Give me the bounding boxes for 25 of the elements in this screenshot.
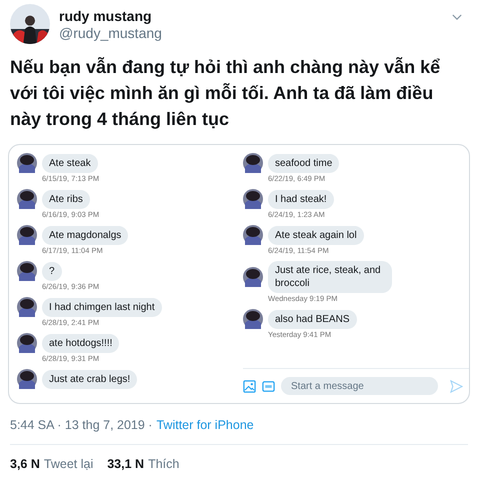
image-icon[interactable] [243,380,256,392]
chevron-icon[interactable] [452,14,462,21]
message-bubble: seafood time [268,154,340,172]
stat-count[interactable]: 33,1 N [107,457,144,471]
author-name[interactable]: rudy mustang [59,8,152,25]
tweet-text: Nếu bạn vẫn đang tự hỏi thì anh chàng này vẫn kể với tôi việc mình ăn gì mỗi tối. Anh ta đã làm điều này trong 4 tháng liên tục [10,56,442,131]
send-icon[interactable] [450,380,463,392]
author-handle: @rudy_mustang [59,25,162,42]
message-bubble: Ate magdonalgs [42,226,128,244]
message-bubble: Ate steak again lol [268,226,364,244]
message-bubble: Just ate rice, steak, and broccoli [268,261,392,293]
message-bubble: I had steak! [268,190,334,208]
message-bubble: also had BEANS [268,310,356,328]
message-bubble: Ate ribs [42,190,90,208]
stat-count[interactable]: 3,6 N [10,457,40,471]
gif-icon[interactable] [262,380,275,392]
tweet-time: 5:44 SA · 13 thg 7, 2019 · [10,418,152,432]
message-bubble: ? [42,262,62,280]
message-bubble: Just ate crab legs! [42,370,138,388]
message-bubble: ate hotdogs!!!! [42,334,120,352]
stat-label[interactable]: Thích [148,457,180,471]
message-bubble: I had chimgen last night [42,298,162,316]
stat-label[interactable]: Tweet lại [44,457,94,471]
message-field[interactable]: Start a message [281,377,438,395]
message-bubble: Ate steak [42,154,98,172]
